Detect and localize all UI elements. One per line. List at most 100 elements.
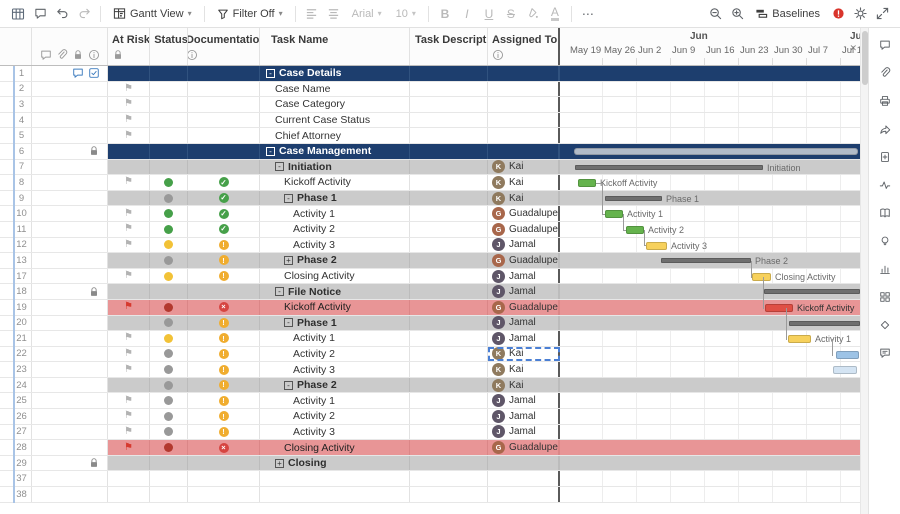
at-risk-flag-icon[interactable]: ⚑ xyxy=(124,411,133,421)
assigned-to-cell[interactable]: KKai xyxy=(488,175,560,190)
gantt-bar[interactable] xyxy=(764,289,860,294)
gantt-bar[interactable] xyxy=(661,258,751,263)
comment-icon[interactable] xyxy=(71,67,84,80)
align-center-button[interactable] xyxy=(324,4,344,24)
task-name-cell[interactable]: -Case Management xyxy=(260,144,410,159)
assigned-to-cell[interactable]: JJamal xyxy=(488,284,560,299)
status-cell[interactable] xyxy=(150,456,188,471)
assigned-to-cell[interactable]: KKai xyxy=(488,347,560,362)
status-cell[interactable] xyxy=(150,331,188,346)
status-cell[interactable] xyxy=(150,238,188,253)
task-description-cell[interactable] xyxy=(410,471,488,486)
assigned-to-cell[interactable]: KKai xyxy=(488,362,560,377)
zoom-in-button[interactable] xyxy=(727,4,747,24)
task-name-cell[interactable]: -Case Details xyxy=(260,66,410,81)
at-risk-flag-icon[interactable]: ⚑ xyxy=(124,443,133,453)
task-description-cell[interactable] xyxy=(410,113,488,128)
documentation-cell[interactable] xyxy=(188,128,260,143)
task-name-cell[interactable]: Activity 1 xyxy=(260,206,410,221)
status-cell[interactable] xyxy=(150,206,188,221)
collapse-toolbar-icon[interactable] xyxy=(872,4,892,24)
assigned-to-cell[interactable]: JJamal xyxy=(488,409,560,424)
row-number[interactable]: 25 xyxy=(12,393,32,408)
at-risk-cell[interactable] xyxy=(108,253,150,268)
gantt-cell[interactable] xyxy=(560,284,860,299)
documentation-cell[interactable]: ! xyxy=(188,269,260,284)
gantt-bar[interactable] xyxy=(605,210,623,218)
fill-color-button[interactable] xyxy=(523,4,543,24)
gantt-bar[interactable] xyxy=(788,335,811,343)
at-risk-cell[interactable]: ⚑ xyxy=(108,222,150,237)
at-risk-cell[interactable]: ⚑ xyxy=(108,425,150,440)
assigned-to-cell[interactable]: GGuadalupe xyxy=(488,222,560,237)
assigned-to-cell[interactable]: JJamal xyxy=(488,425,560,440)
assigned-to-cell[interactable] xyxy=(488,144,560,159)
status-cell[interactable] xyxy=(150,440,188,455)
timeline-header[interactable]: ✕ JunJulMay 19May 26Jun 2Jun 9Jun 16Jun … xyxy=(560,28,860,65)
collapse-toggle[interactable]: - xyxy=(266,147,275,156)
at-risk-flag-icon[interactable]: ⚑ xyxy=(124,271,133,281)
feedback-icon[interactable] xyxy=(876,344,894,362)
documentation-cell[interactable]: ! xyxy=(188,393,260,408)
row-number[interactable]: 11 xyxy=(12,222,32,237)
task-name-cell[interactable]: Activity 1 xyxy=(260,331,410,346)
row-number[interactable]: 5 xyxy=(12,128,32,143)
strikethrough-button[interactable]: S xyxy=(501,4,521,24)
assigned-to-cell[interactable] xyxy=(488,113,560,128)
assigned-to-cell[interactable]: JJamal xyxy=(488,331,560,346)
status-cell[interactable] xyxy=(150,347,188,362)
row-number[interactable]: 8 xyxy=(12,175,32,190)
task-description-cell[interactable] xyxy=(410,144,488,159)
status-cell[interactable] xyxy=(150,222,188,237)
task-name-cell[interactable]: Closing Activity xyxy=(260,269,410,284)
task-description-cell[interactable] xyxy=(410,222,488,237)
attachments-icon[interactable] xyxy=(876,64,894,82)
row-number[interactable]: 12 xyxy=(12,238,32,253)
column-header-documentation[interactable]: Documentation xyxy=(188,28,260,65)
at-risk-cell[interactable]: ⚑ xyxy=(108,347,150,362)
gantt-cell[interactable] xyxy=(560,316,860,331)
task-name-cell[interactable]: Activity 2 xyxy=(260,409,410,424)
font-family-selector[interactable]: Arial ▾ xyxy=(346,4,388,24)
gantt-cell[interactable] xyxy=(560,378,860,393)
task-name-cell[interactable]: Case Name xyxy=(260,82,410,97)
at-risk-flag-icon[interactable]: ⚑ xyxy=(124,84,133,94)
task-description-cell[interactable] xyxy=(410,97,488,112)
task-description-cell[interactable] xyxy=(410,347,488,362)
task-name-cell[interactable]: Activity 3 xyxy=(260,238,410,253)
row-number[interactable]: 9 xyxy=(12,191,32,206)
task-name-cell[interactable]: Kickoff Activity xyxy=(260,175,410,190)
align-left-button[interactable] xyxy=(302,4,322,24)
collapse-toggle[interactable]: - xyxy=(284,381,293,390)
documentation-cell[interactable] xyxy=(188,113,260,128)
gantt-bar[interactable] xyxy=(646,242,667,250)
status-cell[interactable] xyxy=(150,113,188,128)
assigned-to-cell[interactable]: JJamal xyxy=(488,393,560,408)
at-risk-cell[interactable]: ⚑ xyxy=(108,269,150,284)
documentation-cell[interactable]: ! xyxy=(188,316,260,331)
status-cell[interactable] xyxy=(150,316,188,331)
task-description-cell[interactable] xyxy=(410,362,488,377)
row-number[interactable]: 17 xyxy=(12,269,32,284)
at-risk-flag-icon[interactable]: ⚑ xyxy=(124,349,133,359)
status-cell[interactable] xyxy=(150,175,188,190)
at-risk-cell[interactable]: ⚑ xyxy=(108,113,150,128)
documentation-cell[interactable] xyxy=(188,160,260,175)
task-description-cell[interactable] xyxy=(410,238,488,253)
task-name-cell[interactable]: -Initiation xyxy=(260,160,410,175)
row-number[interactable]: 29 xyxy=(12,456,32,471)
gantt-cell[interactable] xyxy=(560,409,860,424)
at-risk-cell[interactable] xyxy=(108,487,150,502)
request-icon[interactable] xyxy=(876,148,894,166)
status-cell[interactable] xyxy=(150,144,188,159)
assigned-to-cell[interactable]: KKai xyxy=(488,160,560,175)
row-number[interactable]: 1 xyxy=(12,66,32,81)
documentation-cell[interactable] xyxy=(188,284,260,299)
assigned-to-cell[interactable]: GGuadalupe xyxy=(488,300,560,315)
task-description-cell[interactable] xyxy=(410,316,488,331)
font-size-selector[interactable]: 10 ▾ xyxy=(390,4,422,24)
status-cell[interactable] xyxy=(150,471,188,486)
at-risk-cell[interactable] xyxy=(108,316,150,331)
task-description-cell[interactable] xyxy=(410,160,488,175)
at-risk-cell[interactable] xyxy=(108,66,150,81)
